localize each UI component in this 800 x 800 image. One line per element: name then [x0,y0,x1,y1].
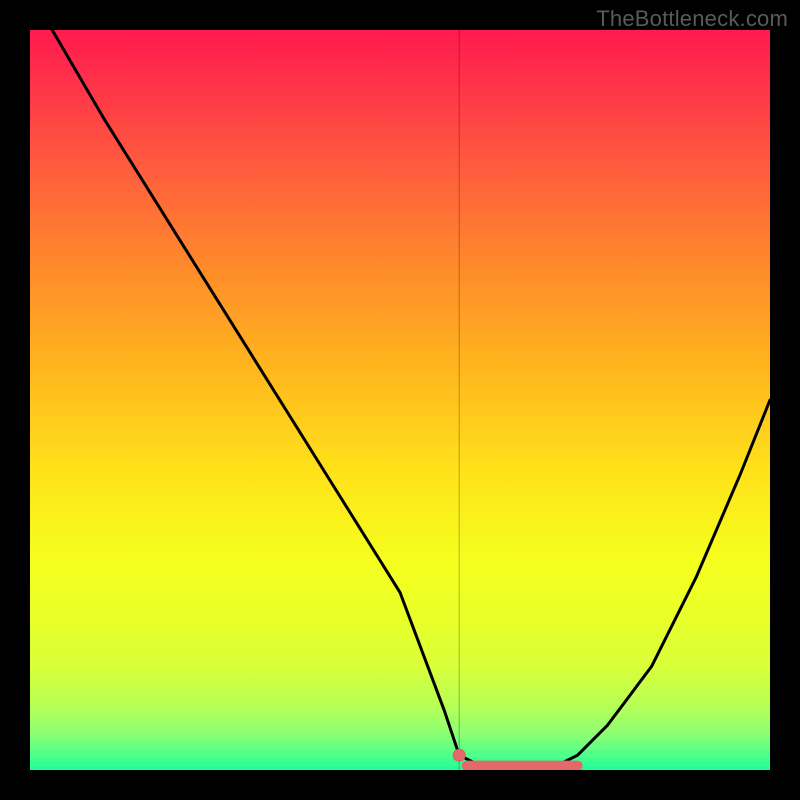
plot-area [30,30,770,770]
curve-layer [30,30,770,770]
start-dot-marker [453,749,465,761]
bottleneck-curve-path [52,30,770,770]
watermark-text: TheBottleneck.com [596,6,788,32]
chart-frame: TheBottleneck.com [0,0,800,800]
